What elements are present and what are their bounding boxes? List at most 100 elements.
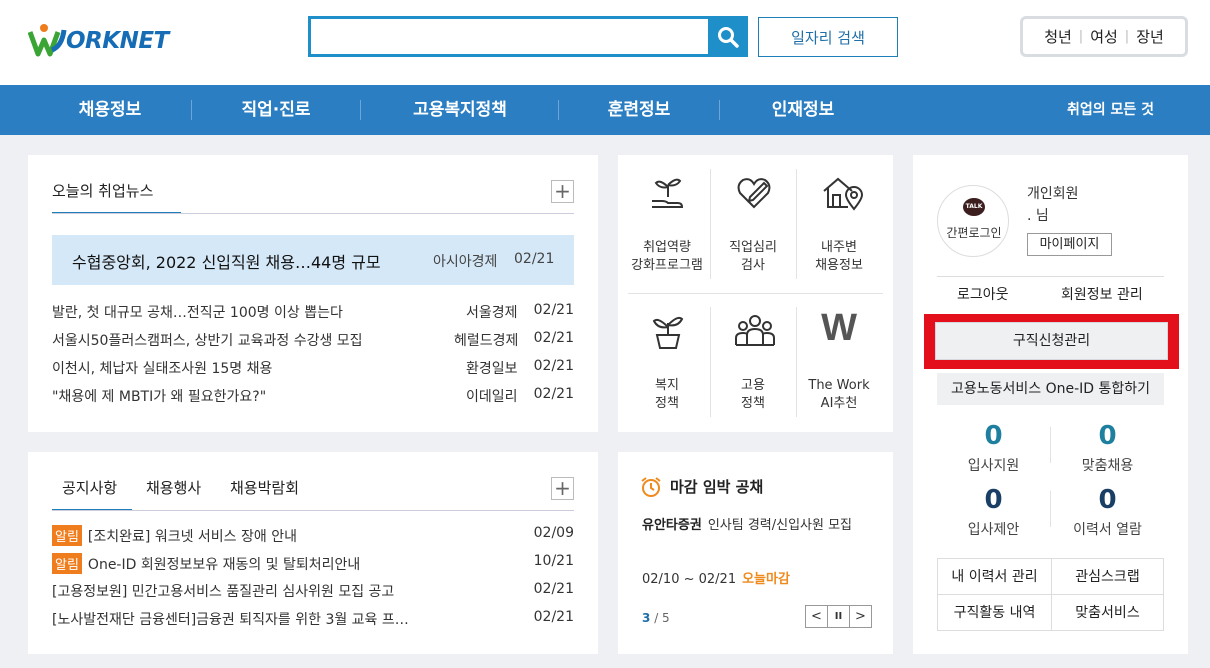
news-item[interactable]: "채용에 제 MBTI가 왜 필요한가요?" 이데일리 02/21 <box>52 386 574 406</box>
nav-divider <box>719 100 720 120</box>
page-total: / 5 <box>654 611 670 625</box>
notice-title: One-ID 회원정보보유 재동의 및 탈퇴처리안내 <box>87 557 361 573</box>
quick-link-senior[interactable]: 장년 <box>1136 26 1164 47</box>
stat-value: 0 <box>1098 485 1117 515</box>
resume-manage-link[interactable]: 내 이력서 관리 <box>938 559 1051 595</box>
news-date: 02/21 <box>533 302 574 318</box>
stat-resume-views[interactable]: 0 이력서 열람 <box>1051 485 1164 539</box>
stat-custom-jobs[interactable]: 0 맞춤채용 <box>1051 421 1164 475</box>
plant-pot-icon <box>652 316 684 349</box>
stat-applications[interactable]: 0 입사지원 <box>937 421 1050 475</box>
news-title: 발란, 첫 대규모 공채…전직군 100명 이상 뽑는다 <box>52 305 343 321</box>
deadline-period-row: 02/10 ~ 02/21 오늘마감 <box>642 568 790 587</box>
notice-item[interactable]: [고용정보원] 민간고용서비스 품질관리 심사위원 모집 공고 02/21 <box>52 581 574 601</box>
notice-more-button[interactable]: + <box>551 477 574 500</box>
news-date: 02/21 <box>533 330 574 346</box>
grid-label: 검사 <box>741 258 765 273</box>
news-more-button[interactable]: + <box>551 180 574 203</box>
tab-hiring-events[interactable]: 채용행사 <box>146 477 201 498</box>
grid-item-nearby-jobs[interactable]: 내주변 채용정보 <box>796 165 882 285</box>
notice-badge: 알림 <box>52 525 82 546</box>
notice-item[interactable]: 알림 [조치완료] 워크넷 서비스 장애 안내 02/09 <box>52 525 574 546</box>
member-info-link[interactable]: 회원정보 관리 <box>1061 284 1143 304</box>
notice-item[interactable]: [노사발전재단 금융센터]금융권 퇴직자를 위한 3월 교육 프… 02/21 <box>52 609 574 629</box>
news-source: 이데일리 <box>466 389 518 405</box>
easy-login-button[interactable]: TALK 간편로그인 <box>937 185 1009 257</box>
notice-panel: 공지사항 채용행사 채용박람회 + 알림 [조치완료] 워크넷 서비스 장애 안내… <box>28 452 598 654</box>
quick-link-youth[interactable]: 청년 <box>1044 26 1072 47</box>
news-headline[interactable]: 수협중앙회, 2022 신입직원 채용…44명 규모 아시아경제 02/21 <box>52 235 574 285</box>
job-activity-link[interactable]: 구직활동 내역 <box>938 595 1051 631</box>
scrap-link[interactable]: 관심스크랩 <box>1051 559 1164 595</box>
house-pin-icon <box>823 177 864 211</box>
easy-login-label: 간편로그인 <box>946 226 1002 240</box>
separator: | <box>1124 29 1130 44</box>
nav-item-career[interactable]: 직업·진로 <box>216 85 336 135</box>
deadline-title: 마감 임박 공채 <box>670 478 764 496</box>
page-current: 3 <box>642 611 651 625</box>
grid-label: 정책 <box>655 396 679 411</box>
grid-item-psych-test[interactable]: 직업심리검사 <box>710 165 796 285</box>
deadline-job[interactable]: 유안타증권 인사팀 경력/신입사원 모집 <box>642 514 872 538</box>
nav-item-training[interactable]: 훈련정보 <box>584 85 694 135</box>
grid-label: 채용정보 <box>815 258 863 273</box>
tab-notices[interactable]: 공지사항 <box>62 477 117 498</box>
nav-divider <box>191 100 192 120</box>
grid-item-welfare[interactable]: 복지 정책 <box>624 303 710 423</box>
tab-job-fairs[interactable]: 채용박람회 <box>230 477 299 498</box>
stat-offers[interactable]: 0 입사제안 <box>937 485 1050 539</box>
grid-label: 직업심리 <box>729 240 777 255</box>
oneid-integrate-button[interactable]: 고용노동서비스 One-ID 통합하기 <box>937 373 1164 405</box>
worknet-logo-mark-icon <box>28 24 67 57</box>
divider <box>52 510 574 511</box>
job-search-button[interactable]: 일자리 검색 <box>758 17 898 57</box>
notice-date: 02/09 <box>533 525 574 541</box>
worknet-logo[interactable]: ORKNET <box>28 18 188 60</box>
quick-link-women[interactable]: 여성 <box>1090 26 1118 47</box>
divider <box>628 293 883 294</box>
news-date: 02/21 <box>533 386 574 402</box>
member-name: . 님 <box>1027 208 1049 224</box>
grid-label: 고용 <box>741 378 765 393</box>
notice-item[interactable]: 알림 One-ID 회원정보보유 재동의 및 탈퇴처리안내 10/21 <box>52 553 574 574</box>
stat-value: 0 <box>984 421 1003 451</box>
headline-title: 수협중앙회, 2022 신입직원 채용…44명 규모 <box>72 253 381 272</box>
mypage-button[interactable]: 마이페이지 <box>1027 233 1112 256</box>
news-item[interactable]: 발란, 첫 대규모 공채…전직군 100명 이상 뽑는다 서울경제 02/21 <box>52 302 574 322</box>
news-date: 02/21 <box>533 358 574 374</box>
deadline-panel: 마감 임박 공채 유안타증권 인사팀 경력/신입사원 모집 02/10 ~ 02/… <box>618 452 893 654</box>
prev-button[interactable]: < <box>805 605 828 628</box>
job-application-manage-button[interactable]: 구직신청관리 <box>935 322 1168 360</box>
seedling-hand-icon <box>652 178 684 208</box>
search-box <box>308 16 710 57</box>
grid-label: AI추천 <box>820 396 858 411</box>
worknet-logo-text: ORKNET <box>66 28 169 54</box>
news-item[interactable]: 이천시, 체납자 실태조사원 15명 채용 환경일보 02/21 <box>52 358 574 378</box>
grid-label: 취업역량 <box>643 240 691 255</box>
logout-link[interactable]: 로그아웃 <box>957 284 1009 304</box>
tab-todays-news[interactable]: 오늘의 취업뉴스 <box>52 180 153 201</box>
grid-item-the-work-ai[interactable]: W The Work AI추천 <box>796 303 882 423</box>
the-work-w-icon: W <box>821 307 857 349</box>
divider <box>937 276 1164 277</box>
notice-title: [조치완료] 워크넷 서비스 장애 안내 <box>87 529 297 545</box>
kakao-talk-icon: TALK <box>963 198 985 216</box>
search-button[interactable] <box>708 16 748 57</box>
next-button[interactable]: > <box>849 605 872 628</box>
headline-date: 02/21 <box>514 251 555 267</box>
headline-source: 아시아경제 <box>433 254 498 270</box>
grid-item-employment-policy[interactable]: 고용 정책 <box>710 303 796 423</box>
custom-service-link[interactable]: 맞춤서비스 <box>1051 595 1164 631</box>
nav-item-jobs[interactable]: 채용정보 <box>52 85 168 135</box>
pause-button[interactable]: II <box>827 605 850 628</box>
search-input[interactable] <box>311 19 710 54</box>
nav-all-link[interactable]: 취업의 모든 것 <box>1067 85 1154 135</box>
stat-value: 0 <box>1098 421 1117 451</box>
nav-divider <box>558 100 559 120</box>
news-item[interactable]: 서울시50플러스캠퍼스, 상반기 교육과정 수강생 모집 헤럴드경제 02/21 <box>52 330 574 350</box>
nav-item-talent[interactable]: 인재정보 <box>748 85 858 135</box>
news-source: 서울경제 <box>466 305 518 321</box>
nav-item-welfare-policy[interactable]: 고용복지정책 <box>390 85 530 135</box>
grid-item-employment-program[interactable]: 취업역량 강화프로그램 <box>624 165 710 285</box>
notice-date: 10/21 <box>533 553 574 569</box>
